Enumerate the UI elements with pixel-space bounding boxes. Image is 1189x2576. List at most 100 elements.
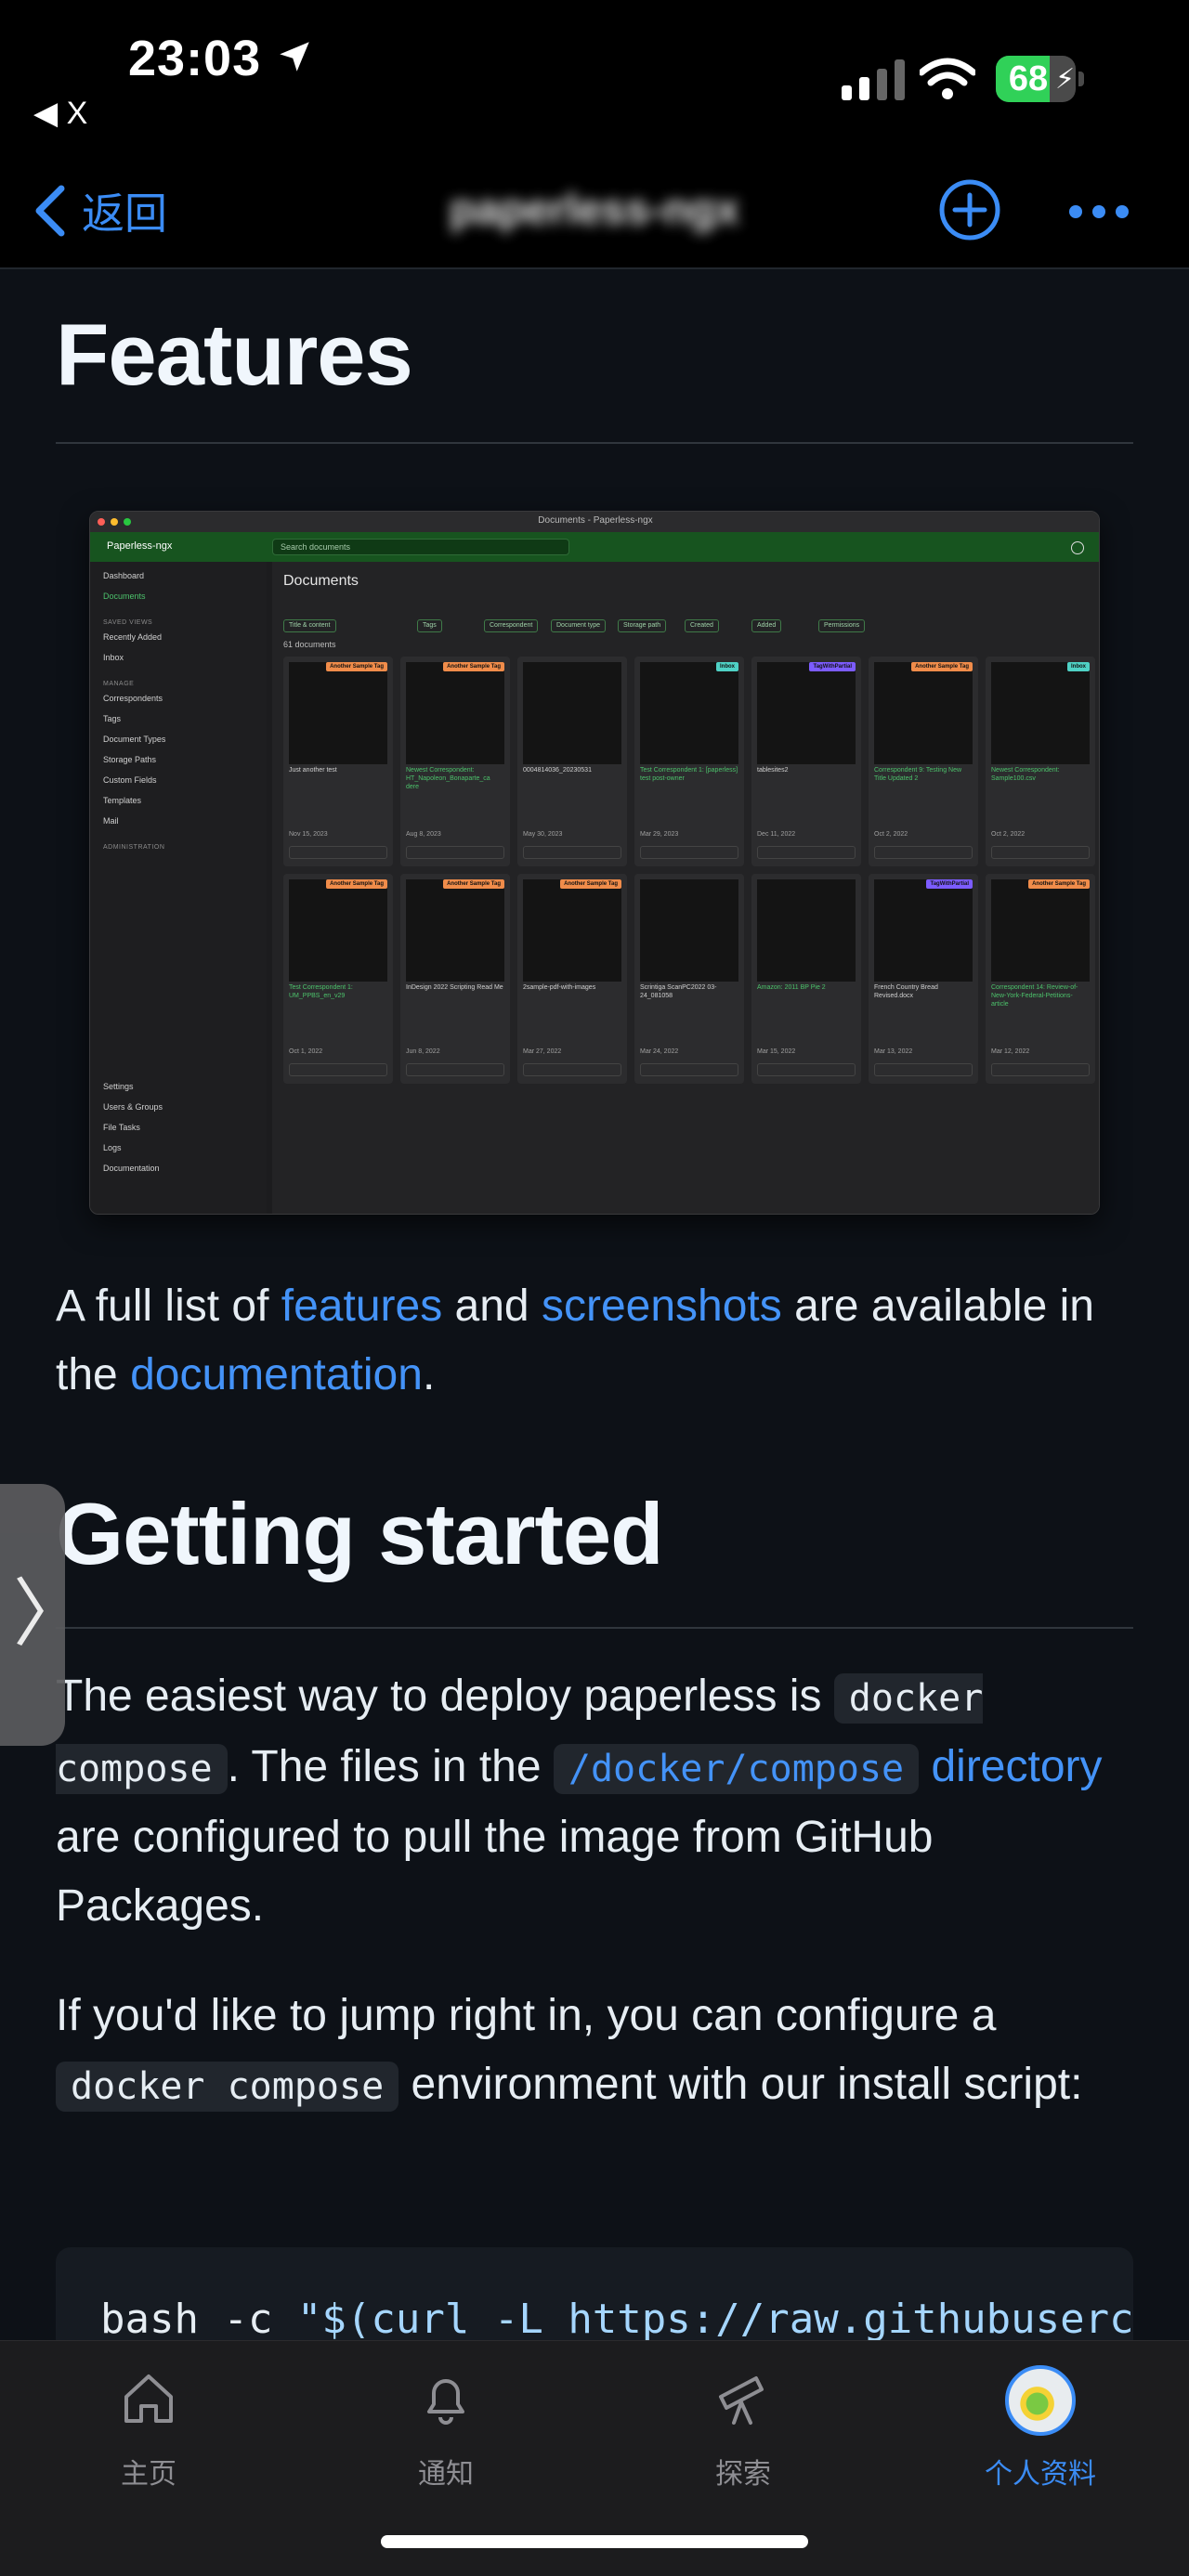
features-link[interactable]: features — [281, 1281, 442, 1331]
side-panel-handle[interactable]: 〉 — [0, 1484, 87, 1746]
card-actions[interactable] — [640, 846, 738, 859]
card-actions[interactable] — [991, 846, 1090, 859]
document-card[interactable]: Inbox Newest Correspondent: Sample100.csv… — [986, 657, 1095, 866]
card-actions[interactable] — [874, 1063, 973, 1076]
document-date: Mar 29, 2023 — [640, 831, 679, 838]
document-card[interactable]: 0004814036_20230531 May 30, 2023 — [517, 657, 627, 866]
sidebar-item[interactable]: Document Types — [103, 735, 165, 744]
install-code-block[interactable]: bash -c "$(curl -L https://raw.githubuse… — [56, 2247, 1134, 2340]
cellular-signal-icon — [842, 59, 905, 100]
tab-label: 探索 — [715, 2459, 771, 2490]
document-card[interactable]: TagWithPartial tablesites2 Dec 11, 2022 — [751, 657, 861, 866]
tag-badge: TagWithPartial — [926, 879, 973, 889]
screenshots-link[interactable]: screenshots — [542, 1281, 782, 1331]
sidebar-item[interactable]: Recently Added — [103, 632, 162, 642]
sidebar-item[interactable]: Documents — [103, 592, 146, 601]
sidebar-item[interactable]: Tags — [103, 714, 121, 723]
add-icon[interactable] — [938, 178, 1001, 241]
document-date: May 30, 2023 — [523, 831, 563, 838]
card-actions[interactable] — [406, 846, 504, 859]
sidebar-item[interactable]: Dashboard — [103, 571, 144, 580]
document-title: Correspondent 14: Review-of-New-York-Fed… — [991, 984, 1078, 1008]
card-actions[interactable] — [406, 1063, 504, 1076]
document-title: Newest Correspondent: HT_Napoleon_Bonapa… — [406, 767, 490, 790]
card-actions[interactable] — [874, 846, 973, 859]
tag-badge: Another Sample Tag — [1028, 879, 1090, 889]
tab-explore[interactable]: 探索 — [669, 2369, 817, 2499]
sidebar-item[interactable]: Documentation — [103, 1164, 160, 1173]
sidebar-item[interactable]: Mail — [103, 816, 119, 826]
more-icon[interactable] — [1068, 204, 1130, 219]
tag-badge: Another Sample Tag — [443, 662, 504, 671]
document-thumbnail — [640, 879, 738, 982]
screenshot-window-title: Documents - Paperless-ngx — [538, 515, 653, 526]
location-arrow-icon — [280, 42, 309, 72]
card-actions[interactable] — [289, 846, 387, 859]
screenshot-main: Documents 61 documents Title & content Ta… — [272, 562, 1099, 1214]
tab-notifications[interactable]: 通知 — [372, 2369, 520, 2499]
code-line: bash -c "$(curl -L https://raw.githubuse… — [100, 2296, 1134, 2340]
document-card[interactable]: Another Sample Tag Just another test Nov 1… — [283, 657, 393, 866]
tag-badge: Inbox — [716, 662, 738, 671]
sidebar-section-heading: MANAGE — [103, 681, 135, 687]
sidebar-item[interactable]: Logs — [103, 1143, 122, 1152]
back-to-app-button[interactable]: ◀ X — [33, 95, 87, 132]
status-time: 23:03 — [128, 31, 262, 86]
filter-pill[interactable]: Correspondent — [484, 619, 539, 632]
filter-pill[interactable]: Permissions — [818, 619, 866, 632]
deploy-paragraph: The easiest way to deploy paperless is d… — [56, 1662, 1152, 1941]
document-card[interactable]: Another Sample Tag Test Correspondent 1: … — [283, 874, 393, 1084]
code-command: bash -c — [100, 2296, 297, 2340]
filter-pill[interactable]: Document type — [551, 619, 607, 632]
document-thumbnail — [874, 662, 973, 764]
card-actions[interactable] — [640, 1063, 738, 1076]
document-card[interactable]: Amazon: 2011 BP Pie 2 Mar 15, 2022 — [751, 874, 861, 1084]
document-card[interactable]: Inbox Test Correspondent 1: [paperless] t… — [634, 657, 744, 866]
bell-icon — [427, 2379, 464, 2425]
tab-home[interactable]: 主页 — [74, 2369, 223, 2499]
sidebar-item[interactable]: Settings — [103, 1082, 134, 1091]
getting-started-heading: Getting started — [56, 1485, 664, 1582]
sidebar-item[interactable]: Correspondents — [103, 694, 163, 703]
inline-code: docker compose — [56, 2062, 399, 2112]
screenshot-titlebar: Documents - Paperless-ngx — [90, 512, 1099, 532]
card-actions[interactable] — [523, 1063, 621, 1076]
filter-pill[interactable]: Storage path — [618, 619, 667, 632]
document-card[interactable]: Another Sample Tag Correspondent 14: Revi… — [986, 874, 1095, 1084]
screenshot-user-icon — [1071, 541, 1084, 554]
document-thumbnail — [289, 879, 387, 982]
card-actions[interactable] — [757, 846, 856, 859]
app-screenshot[interactable]: Documents - Paperless-ngx Paperless-ngx … — [89, 511, 1100, 1215]
document-card[interactable]: Another Sample Tag 2sample-pdf-with-image… — [517, 874, 627, 1084]
document-card[interactable]: Another Sample Tag Correspondent 9: Testi… — [869, 657, 978, 866]
document-card[interactable]: Scrintiga ScanPC2022 03-24_081058 Mar 24,… — [634, 874, 744, 1084]
sidebar-item[interactable]: Templates — [103, 796, 141, 805]
back-button[interactable]: 返回 — [32, 180, 167, 241]
tab-profile[interactable]: 个人资料 — [966, 2365, 1115, 2499]
document-date: Mar 15, 2022 — [757, 1048, 796, 1055]
docker-compose-link[interactable]: /docker/compose directory — [553, 1742, 1103, 1794]
filter-pill[interactable]: Created — [685, 619, 719, 632]
card-actions[interactable] — [523, 846, 621, 859]
card-actions[interactable] — [757, 1063, 856, 1076]
document-thumbnail — [757, 662, 856, 764]
filter-pill[interactable]: Title & content — [283, 619, 336, 632]
sidebar-item[interactable]: Custom Fields — [103, 775, 157, 785]
document-thumbnail — [874, 879, 973, 982]
card-actions[interactable] — [289, 1063, 387, 1076]
sidebar-item[interactable]: Users & Groups — [103, 1102, 163, 1112]
document-date: Dec 11, 2022 — [757, 831, 796, 838]
document-card[interactable]: Another Sample Tag Newest Correspondent: … — [400, 657, 510, 866]
filter-pill[interactable]: Added — [751, 619, 782, 632]
sidebar-item[interactable]: Inbox — [103, 653, 124, 662]
sidebar-item[interactable]: File Tasks — [103, 1123, 140, 1132]
document-card[interactable]: TagWithPartial French Country Bread Revis… — [869, 874, 978, 1084]
sidebar-item[interactable]: Storage Paths — [103, 755, 156, 764]
filter-pill[interactable]: Tags — [417, 619, 442, 632]
avatar — [1005, 2365, 1076, 2436]
features-paragraph: A full list of features and screenshots … — [56, 1272, 1152, 1410]
card-actions[interactable] — [991, 1063, 1090, 1076]
document-card[interactable]: Another Sample Tag InDesign 2022 Scriptin… — [400, 874, 510, 1084]
documentation-link[interactable]: documentation — [130, 1350, 423, 1399]
status-bar: 23:03 ◀ X 68 ⚡ — [0, 0, 1189, 149]
